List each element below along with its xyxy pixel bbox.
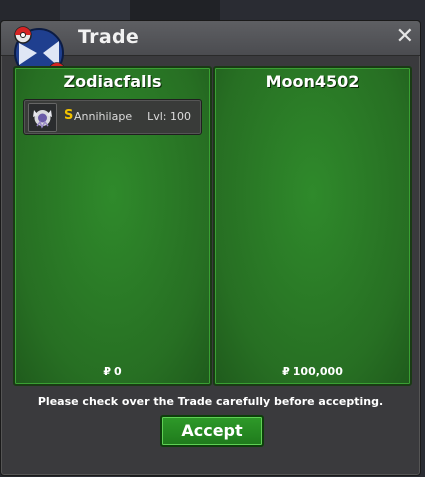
currency-icon: ₽ [103, 365, 111, 378]
accept-button[interactable]: Accept [160, 415, 264, 447]
trade-window: Trade ✕ Zodiacfalls S Annihilape Lvl: 10… [0, 20, 421, 476]
money-amount-self: 0 [114, 365, 122, 378]
offer-panel-partner: Moon4502 ₽100,000 [213, 66, 412, 386]
money-offer-self: ₽0 [15, 365, 210, 378]
player-name-self: Zodiacfalls [63, 72, 162, 91]
trade-item[interactable]: S Annihilape Lvl: 100 [23, 99, 202, 135]
shiny-mark: S [64, 108, 74, 123]
offer-panel-self: Zodiacfalls S Annihilape Lvl: 100 ₽0 [13, 66, 212, 386]
money-amount-partner: 100,000 [292, 365, 343, 378]
pokemon-level: Lvl: 100 [147, 110, 191, 123]
currency-icon: ₽ [282, 365, 290, 378]
close-icon[interactable]: ✕ [396, 24, 414, 49]
window-title: Trade [78, 26, 140, 48]
annihilape-sprite-icon [28, 103, 57, 132]
money-offer-partner: ₽100,000 [215, 365, 410, 378]
trade-notice: Please check over the Trade carefully be… [37, 395, 384, 408]
player-name-partner: Moon4502 [265, 72, 360, 91]
pokemon-name: Annihilape [74, 110, 133, 123]
